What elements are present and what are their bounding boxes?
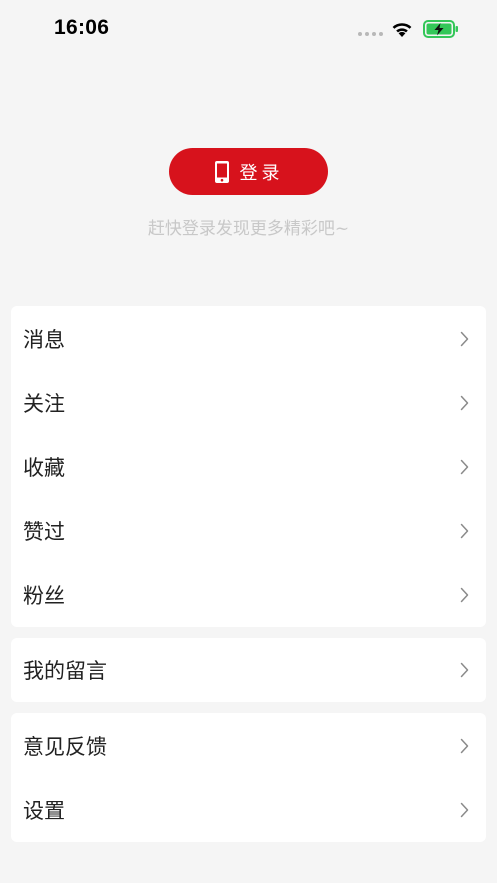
battery-charging-icon [423, 20, 458, 38]
chevron-right-icon [460, 395, 469, 411]
login-hint: 赶快登录发现更多精彩吧~ [147, 219, 350, 239]
menu-item-label: 消息 [23, 328, 65, 352]
menu-item-following[interactable]: 关注 [11, 371, 486, 435]
menu-item-settings[interactable]: 设置 [11, 778, 486, 842]
menu-item-favorites[interactable]: 收藏 [11, 435, 486, 499]
login-button[interactable]: 登录 [169, 148, 328, 195]
menu-item-label: 设置 [23, 799, 65, 823]
menu-item-label: 我的留言 [23, 659, 107, 683]
menu-item-label: 关注 [23, 392, 65, 416]
chevron-right-icon [460, 662, 469, 678]
wifi-icon [392, 23, 412, 37]
chevron-right-icon [460, 802, 469, 818]
menu-item-label: 粉丝 [23, 584, 65, 608]
phone-icon [214, 160, 229, 183]
signal-icon [358, 32, 384, 37]
status-bar: 16:06 [0, 0, 497, 58]
status-time: 16:06 [54, 16, 110, 39]
menu-item-label: 收藏 [23, 456, 65, 480]
menu-item-label: 意见反馈 [23, 735, 107, 759]
menu-group-main: 消息 关注 收藏 赞过 粉丝 [11, 306, 486, 627]
menu-item-liked[interactable]: 赞过 [11, 499, 486, 563]
menu-item-label: 赞过 [23, 520, 65, 544]
menu-group-settings: 意见反馈 设置 [11, 713, 486, 842]
menu-item-fans[interactable]: 粉丝 [11, 563, 486, 627]
chevron-right-icon [460, 459, 469, 475]
chevron-right-icon [460, 523, 469, 539]
chevron-right-icon [460, 331, 469, 347]
menu-item-feedback[interactable]: 意见反馈 [11, 714, 486, 778]
menu-item-messages[interactable]: 消息 [11, 307, 486, 371]
login-button-label: 登录 [239, 162, 284, 184]
menu-item-my-comments[interactable]: 我的留言 [11, 638, 486, 702]
chevron-right-icon [460, 738, 469, 754]
menu-group-comments: 我的留言 [11, 638, 486, 702]
chevron-right-icon [460, 587, 469, 603]
